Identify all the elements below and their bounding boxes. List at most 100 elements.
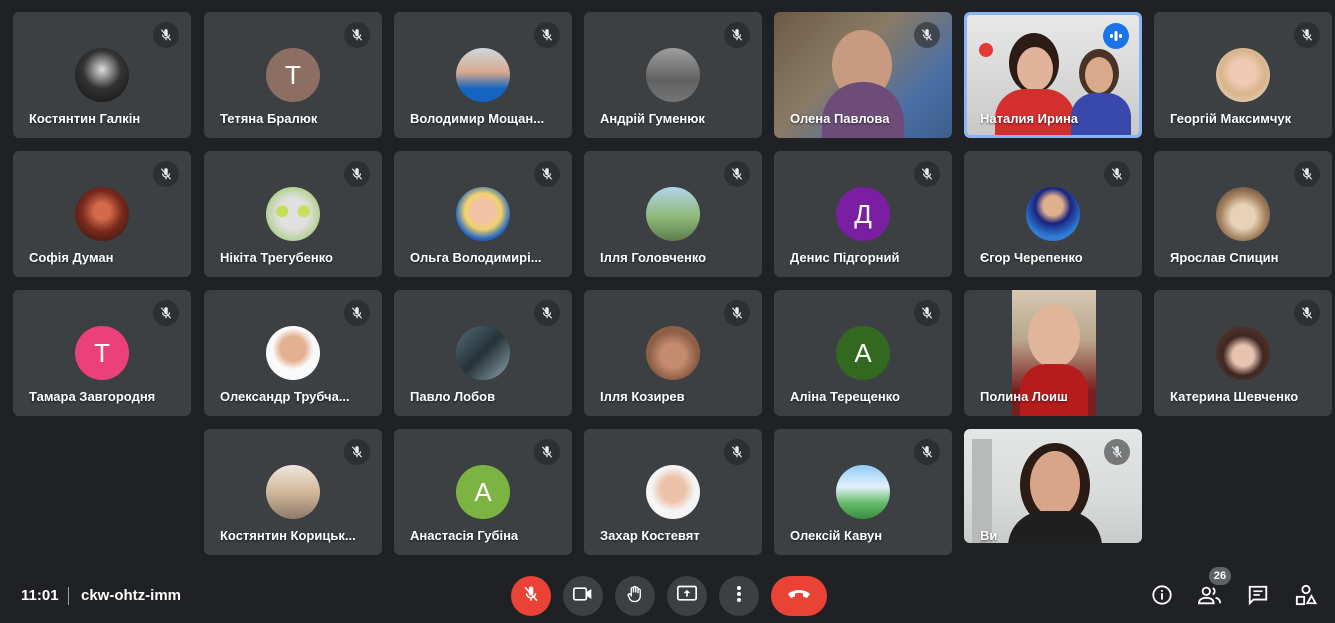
avatar: Д bbox=[836, 187, 890, 241]
avatar bbox=[1026, 187, 1080, 241]
participant-count-badge: 26 bbox=[1209, 567, 1231, 585]
participant-tile[interactable]: А Аліна Терещенко bbox=[774, 290, 952, 416]
mic-off-icon bbox=[914, 439, 940, 465]
mic-off-icon bbox=[724, 300, 750, 326]
meeting-details-button[interactable] bbox=[1149, 584, 1175, 610]
participant-name: Денис Підгорний bbox=[790, 250, 900, 265]
mic-off-icon bbox=[522, 585, 540, 608]
participant-tile[interactable]: Ярослав Спицин bbox=[1154, 151, 1332, 277]
participant-tile[interactable]: Костянтин Галкін bbox=[13, 12, 191, 138]
participant-tile[interactable]: Т Тамара Завгородня bbox=[13, 290, 191, 416]
mic-off-icon bbox=[153, 161, 179, 187]
mic-off-icon bbox=[1294, 161, 1320, 187]
avatar-initial: А bbox=[854, 337, 872, 368]
mic-off-icon bbox=[724, 22, 750, 48]
more-vert-icon bbox=[736, 585, 742, 608]
avatar bbox=[646, 187, 700, 241]
participant-name: Олександр Трубча... bbox=[220, 389, 350, 404]
avatar bbox=[75, 48, 129, 102]
mic-off-icon bbox=[1104, 439, 1130, 465]
participant-tile[interactable]: Д Денис Підгорний bbox=[774, 151, 952, 277]
more-options-button[interactable] bbox=[719, 576, 759, 616]
participant-name: Наталия Ирина bbox=[980, 111, 1079, 126]
participant-name: Софія Думан bbox=[29, 250, 114, 265]
participant-tile[interactable]: Костянтин Корицьк... bbox=[204, 429, 382, 555]
participant-name: Ви bbox=[980, 528, 998, 543]
mic-off-icon bbox=[914, 300, 940, 326]
participant-tile[interactable]: Георгій Максимчук bbox=[1154, 12, 1332, 138]
avatar bbox=[456, 48, 510, 102]
avatar-initial: Д bbox=[854, 198, 872, 229]
people-button[interactable] bbox=[1197, 584, 1223, 610]
participant-tile[interactable]: Олександр Трубча... bbox=[204, 290, 382, 416]
participant-tile[interactable]: Андрій Гуменюк bbox=[584, 12, 762, 138]
mic-off-icon bbox=[344, 161, 370, 187]
mic-off-icon bbox=[1294, 300, 1320, 326]
participant-tile[interactable]: Софія Думан bbox=[13, 151, 191, 277]
self-view-tile[interactable]: Ви bbox=[964, 429, 1142, 543]
present-button[interactable] bbox=[667, 576, 707, 616]
participant-tile[interactable]: Полина Лоиш bbox=[964, 290, 1142, 416]
chat-button[interactable] bbox=[1245, 584, 1271, 610]
avatar-initial: Т bbox=[94, 337, 110, 368]
participant-tile[interactable]: Олена Павлова bbox=[774, 12, 952, 138]
participant-tile[interactable]: Захар Костевят bbox=[584, 429, 762, 555]
participant-tile[interactable]: Наталия Ирина bbox=[964, 12, 1142, 138]
avatar-initial: Т bbox=[285, 59, 301, 90]
mic-off-icon bbox=[534, 439, 560, 465]
avatar bbox=[456, 326, 510, 380]
avatar bbox=[1216, 48, 1270, 102]
avatar bbox=[836, 465, 890, 519]
mic-off-icon bbox=[914, 22, 940, 48]
mic-off-icon bbox=[724, 161, 750, 187]
participant-name: Олена Павлова bbox=[790, 111, 890, 126]
meeting-time: 11:01 bbox=[21, 587, 59, 604]
participant-tile[interactable]: Т Тетяна Бралюк bbox=[204, 12, 382, 138]
activities-button[interactable] bbox=[1293, 584, 1319, 610]
participant-tile[interactable]: А Анастасія Губіна bbox=[394, 429, 572, 555]
avatar bbox=[1216, 187, 1270, 241]
avatar bbox=[646, 326, 700, 380]
participant-tile[interactable]: Ілля Козирев bbox=[584, 290, 762, 416]
participant-tile[interactable]: Володимир Мощан... bbox=[394, 12, 572, 138]
avatar: Т bbox=[266, 48, 320, 102]
participant-tile[interactable]: Ілля Головченко bbox=[584, 151, 762, 277]
avatar: А bbox=[836, 326, 890, 380]
meeting-code[interactable]: ckw-ohtz-imm bbox=[81, 587, 181, 604]
participant-name: Єгор Черепенко bbox=[980, 250, 1083, 265]
avatar bbox=[646, 465, 700, 519]
mic-off-icon bbox=[724, 439, 750, 465]
mic-off-icon bbox=[344, 22, 370, 48]
participant-name: Тетяна Бралюк bbox=[220, 111, 318, 126]
participant-name: Нікіта Трегубенко bbox=[220, 250, 333, 265]
avatar bbox=[456, 187, 510, 241]
participant-tile[interactable]: Нікіта Трегубенко bbox=[204, 151, 382, 277]
mic-off-icon bbox=[153, 22, 179, 48]
raise-hand-button[interactable] bbox=[615, 576, 655, 616]
participant-name: Ілля Козирев bbox=[600, 389, 685, 404]
avatar: А bbox=[456, 465, 510, 519]
participant-tile[interactable]: Єгор Черепенко bbox=[964, 151, 1142, 277]
mic-off-icon bbox=[344, 439, 370, 465]
avatar bbox=[646, 48, 700, 102]
camera-toggle-button[interactable] bbox=[563, 576, 603, 616]
mic-off-icon bbox=[914, 161, 940, 187]
participant-name: Захар Костевят bbox=[600, 528, 700, 543]
participant-tile[interactable]: Павло Лобов bbox=[394, 290, 572, 416]
participant-name: Андрій Гуменюк bbox=[600, 111, 705, 126]
participant-tile[interactable]: Ольга Володимирі... bbox=[394, 151, 572, 277]
avatar bbox=[75, 187, 129, 241]
info-icon bbox=[1151, 584, 1173, 611]
participant-name: Полина Лоиш bbox=[980, 389, 1068, 404]
mic-off-icon bbox=[153, 300, 179, 326]
participant-name: Павло Лобов bbox=[410, 389, 496, 404]
participant-tile[interactable]: Катерина Шевченко bbox=[1154, 290, 1332, 416]
mic-off-icon bbox=[534, 300, 560, 326]
divider bbox=[68, 587, 69, 605]
chat-icon bbox=[1247, 584, 1269, 611]
end-call-button[interactable] bbox=[771, 576, 827, 616]
participant-tile[interactable]: Олексій Кавун bbox=[774, 429, 952, 555]
avatar bbox=[266, 326, 320, 380]
mic-toggle-button[interactable] bbox=[511, 576, 551, 616]
speaking-indicator-icon bbox=[1103, 23, 1129, 49]
